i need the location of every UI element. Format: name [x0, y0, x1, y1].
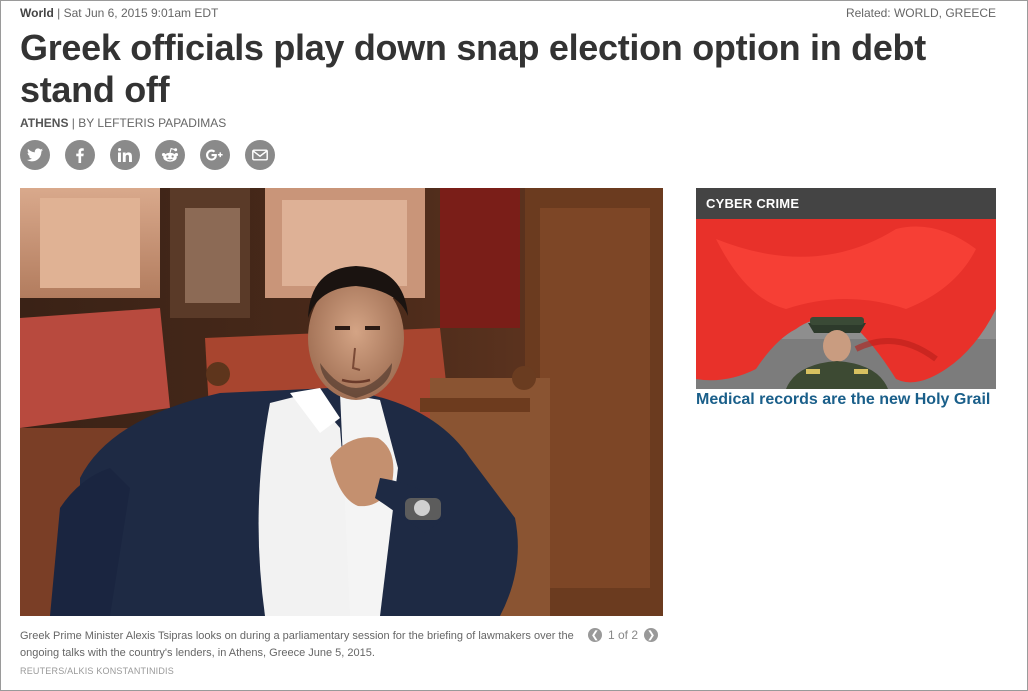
promo-category[interactable]: CYBER CRIME [696, 188, 996, 219]
promo-headline-link[interactable]: Medical records are the new Holy Grail [696, 390, 996, 410]
related-label: Related: [845, 6, 894, 20]
photo-pager: ❮ 1 of 2 ❯ [588, 627, 659, 643]
lead-photo[interactable] [20, 188, 663, 616]
reddit-icon[interactable] [155, 140, 185, 170]
byline-separator: | [71, 116, 75, 130]
related-link-greece[interactable]: GREECE [945, 6, 996, 20]
meta-separator: | [57, 6, 61, 20]
google-plus-icon[interactable] [200, 140, 230, 170]
next-photo-button[interactable]: ❯ [644, 628, 659, 642]
article-headline: Greek officials play down snap election … [20, 27, 926, 110]
article-timestamp: Sat Jun 6, 2015 9:01am EDT [63, 6, 219, 20]
dateline: ATHENS [20, 116, 69, 130]
photo-caption: Greek Prime Minister Alexis Tsipras look… [20, 630, 574, 659]
lead-photo-image [20, 188, 663, 616]
promo-module: CYBER CRIME Medical records are the new … [696, 188, 996, 410]
promo-image[interactable] [696, 219, 996, 389]
section-link[interactable]: World [20, 6, 54, 20]
photo-counter: 1 of 2 [608, 628, 639, 642]
author-link[interactable]: BY LEFTERIS PAPADIMAS [78, 116, 226, 130]
share-bar [20, 140, 275, 170]
byline: ATHENS | BY LEFTERIS PAPADIMAS [20, 116, 226, 130]
twitter-icon[interactable] [20, 140, 50, 170]
related-link-world[interactable]: WORLD [894, 6, 939, 20]
photo-credit: REUTERS/ALKIS KONSTANTINIDIS [20, 666, 174, 676]
article-meta-bar: World | Sat Jun 6, 2015 9:01am EDT Relat… [20, 6, 996, 22]
email-icon[interactable] [245, 140, 275, 170]
facebook-icon[interactable] [65, 140, 95, 170]
related-links: Related: WORLD, GREECE [845, 6, 996, 20]
linkedin-icon[interactable] [110, 140, 140, 170]
promo-image-graphic [696, 219, 996, 389]
prev-photo-button[interactable]: ❮ [588, 628, 602, 642]
